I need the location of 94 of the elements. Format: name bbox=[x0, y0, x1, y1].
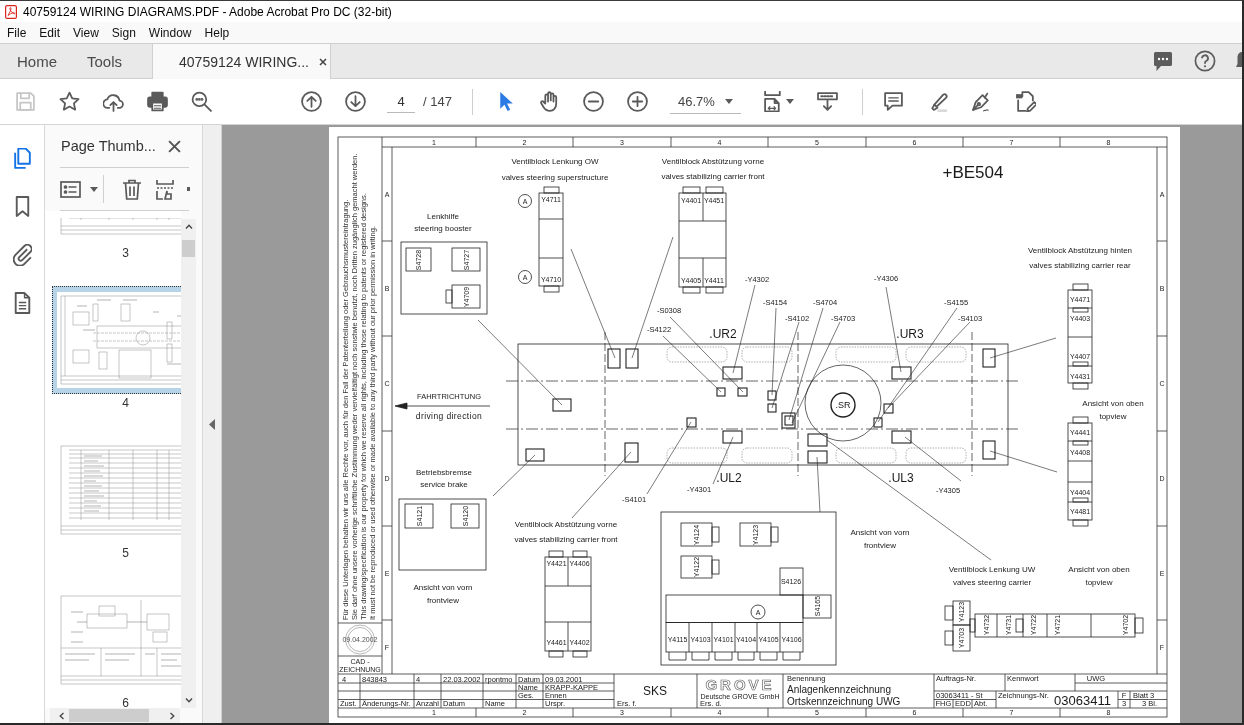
title-block-text: SKS bbox=[643, 684, 667, 698]
menu-item[interactable]: Edit bbox=[39, 25, 61, 40]
page-number-label: 4 bbox=[122, 396, 129, 410]
delete-page-button[interactable] bbox=[122, 178, 142, 200]
diagram-caption: frontview bbox=[864, 540, 896, 550]
comment-icon bbox=[883, 91, 905, 112]
paperclip-icon bbox=[12, 244, 32, 266]
close-panel-button[interactable] bbox=[168, 139, 181, 153]
close-icon bbox=[168, 139, 181, 153]
edit-icon bbox=[1015, 91, 1037, 112]
search-icon bbox=[190, 91, 212, 112]
diagram-caption: valves steering superstructure bbox=[501, 172, 609, 182]
save-icon bbox=[14, 91, 36, 112]
caret-icon bbox=[90, 186, 98, 192]
scroll-right-icon bbox=[170, 711, 175, 720]
diagram-caption: valves steering carrier bbox=[952, 577, 1032, 587]
scroll-mode-icon bbox=[817, 91, 839, 112]
diagram-caption: Ventilblock Abstützung vorne bbox=[514, 519, 618, 529]
diagram-caption: Ventilblock Lenkung OW bbox=[511, 156, 599, 166]
fit-page-icon bbox=[762, 91, 784, 112]
menu-item[interactable]: Sign bbox=[111, 25, 136, 40]
direction-label: driving direction bbox=[415, 411, 483, 421]
printer-icon bbox=[146, 91, 168, 112]
diagram-caption: valves stabilizing carrier front bbox=[661, 171, 765, 181]
menu-item[interactable]: Window bbox=[148, 25, 192, 40]
zoom-field[interactable]: 46.7% bbox=[669, 89, 741, 114]
diagram-caption: Betriebsbremse bbox=[416, 467, 472, 477]
diagram-caption: Ansicht von vorn bbox=[850, 527, 910, 537]
minus-icon bbox=[583, 91, 605, 112]
star-icon bbox=[58, 91, 80, 112]
scroll-left-icon bbox=[59, 711, 64, 720]
document-icon bbox=[12, 292, 32, 314]
help-icon bbox=[1194, 50, 1216, 72]
diagram-caption: steering booster bbox=[414, 223, 472, 233]
trash-icon bbox=[122, 178, 142, 200]
page-count: / 147 bbox=[423, 94, 452, 109]
extract-pages-button[interactable] bbox=[155, 178, 175, 200]
zone-label: .SR bbox=[835, 400, 851, 410]
company-logo: GROVE bbox=[705, 675, 775, 693]
pdf-file-icon bbox=[5, 4, 17, 19]
diagram-caption: frontview bbox=[427, 595, 459, 605]
diagram-caption: valves stabilizing carrier rear bbox=[1029, 260, 1131, 270]
panel-title: Page Thumb... bbox=[61, 138, 156, 154]
scroll-thumb[interactable] bbox=[182, 240, 195, 257]
zone-label: .UR2 bbox=[709, 327, 737, 341]
diagram-caption: Lenkhilfe bbox=[427, 211, 459, 221]
diagram-caption: valves stabilizing carrier front bbox=[514, 534, 618, 544]
menu-item[interactable]: View bbox=[73, 25, 99, 40]
title-block-text: Ortskennzeichnung UWG bbox=[787, 696, 901, 707]
page-split-icon bbox=[155, 178, 175, 200]
scroll-up-icon bbox=[184, 224, 193, 229]
diagram-caption: Ventilblock Lenkung UW bbox=[948, 564, 1036, 574]
title-block-text: Anlagenkennzeichnung bbox=[787, 684, 891, 695]
messages-button[interactable] bbox=[1152, 50, 1174, 72]
thumbnail-options-button[interactable] bbox=[60, 180, 98, 198]
list-icon bbox=[60, 180, 81, 198]
diagram-caption: Ansicht von vorn bbox=[413, 582, 473, 592]
scroll-down-icon bbox=[184, 698, 193, 703]
pages-icon bbox=[12, 148, 32, 170]
title-block-text: 03063411 bbox=[1054, 692, 1111, 708]
page-thumbnail[interactable] bbox=[52, 286, 181, 394]
caret-icon bbox=[724, 98, 733, 104]
caret-icon bbox=[785, 99, 794, 104]
menu-item[interactable]: Help bbox=[204, 25, 230, 40]
diagram-caption: topview bbox=[1085, 577, 1113, 587]
nav-tab[interactable]: Tools bbox=[87, 44, 123, 78]
triangle-left-icon bbox=[209, 418, 215, 430]
page-number-label: 6 bbox=[122, 696, 129, 708]
zone-label: .UL2 bbox=[716, 471, 742, 485]
zone-label: .UL3 bbox=[888, 471, 914, 485]
close-icon bbox=[319, 57, 327, 66]
zone-label: .UR3 bbox=[896, 327, 924, 341]
close-tab-button[interactable] bbox=[319, 57, 327, 66]
diagram-caption: service brake bbox=[420, 479, 468, 489]
diagram-caption: Ansicht von oben bbox=[1082, 398, 1144, 408]
vertical-scrollbar[interactable] bbox=[181, 219, 196, 708]
document-tab[interactable]: 40759124 WIRING... bbox=[152, 44, 332, 79]
window-title: 40759124 WIRING DIAGRAMS.PDF - Adobe Acrobat Pro DC (32-bit) bbox=[23, 4, 392, 19]
drawing-code: +BE504 bbox=[942, 162, 1004, 182]
diagram-caption: Ventilblock Abstützung hinten bbox=[1027, 245, 1133, 255]
page-number-label: 3 bbox=[122, 246, 129, 260]
horizontal-scrollbar[interactable] bbox=[50, 708, 180, 723]
page-number-label: 5 bbox=[122, 546, 129, 560]
help-button[interactable] bbox=[1194, 50, 1216, 72]
collapse-panel-button[interactable] bbox=[209, 418, 215, 430]
menu-item[interactable]: File bbox=[7, 25, 27, 40]
cloud-upload-icon bbox=[102, 91, 124, 112]
scroll-thumb[interactable] bbox=[69, 709, 149, 722]
diagram-caption: topview bbox=[1099, 411, 1127, 421]
diagram-caption: Ventilblock Abstützung vorne bbox=[661, 156, 765, 166]
diagram-caption: Ansicht von oben bbox=[1068, 564, 1130, 574]
plus-icon bbox=[627, 91, 649, 112]
speech-bubble-icon bbox=[1152, 50, 1174, 72]
nav-tab[interactable]: Home bbox=[17, 44, 57, 78]
